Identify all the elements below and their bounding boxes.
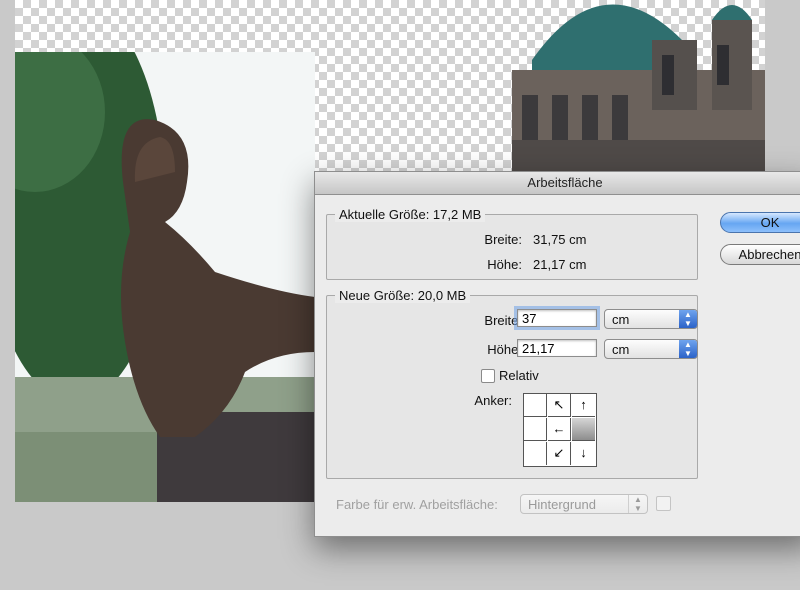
new-width-input[interactable]	[514, 306, 600, 330]
current-height-label: Höhe:	[487, 257, 522, 272]
current-width-label: Breite:	[484, 232, 522, 247]
anchor-cell-selected[interactable]	[572, 418, 595, 441]
current-size-group: Aktuelle Größe: 17,2 MB Breite: 31,75 cm…	[326, 207, 698, 280]
extension-color-value: Hintergrund	[528, 497, 596, 512]
updown-arrows-icon: ▲ ▼	[679, 340, 697, 358]
dialog-title[interactable]: Arbeitsfläche	[315, 172, 800, 195]
extension-color-swatch[interactable]	[656, 496, 671, 511]
canvas-size-dialog: Arbeitsfläche Aktuelle Größe: 17,2 MB Br…	[314, 171, 800, 537]
extension-color-label: Farbe für erw. Arbeitsfläche:	[336, 497, 498, 512]
updown-arrows-icon: ▲ ▼	[628, 495, 647, 513]
current-width-value: 31,75 cm	[533, 232, 587, 247]
new-width-unit-value: cm	[612, 312, 630, 327]
new-height-unit-select[interactable]: cm ▲ ▼	[604, 339, 698, 359]
new-width-label: Breite:	[484, 313, 522, 328]
relative-checkbox[interactable]	[481, 369, 495, 383]
cathedral-image	[512, 0, 765, 175]
anchor-cell-top-left[interactable]	[524, 394, 547, 417]
anchor-arrow-down-icon[interactable]: ↓	[572, 442, 595, 465]
cancel-button[interactable]: Abbrechen	[720, 244, 800, 265]
anchor-arrow-up-left-icon[interactable]: ↖	[548, 394, 571, 417]
statue-photo	[15, 52, 315, 502]
current-height-value: 21,17 cm	[533, 257, 587, 272]
anchor-arrow-left-icon[interactable]: ←	[548, 418, 571, 441]
anchor-cell-bottom-left[interactable]	[524, 442, 547, 465]
anchor-arrow-down-left-icon[interactable]: ↙	[548, 442, 571, 465]
new-width-unit-select[interactable]: cm ▲ ▼	[604, 309, 698, 329]
new-height-unit-value: cm	[612, 342, 630, 357]
current-size-legend: Aktuelle Größe: 17,2 MB	[335, 207, 486, 222]
anchor-arrow-up-icon[interactable]: ↑	[572, 394, 595, 417]
anchor-grid[interactable]: ↖ ↑ ← ↙ ↓	[523, 393, 597, 467]
new-size-legend: Neue Größe: 20,0 MB	[335, 288, 471, 303]
updown-arrows-icon: ▲ ▼	[679, 310, 697, 328]
relative-label[interactable]: Relativ	[499, 368, 539, 383]
new-height-input[interactable]	[517, 339, 597, 357]
ok-button[interactable]: OK	[720, 212, 800, 233]
anchor-label: Anker:	[474, 393, 512, 408]
anchor-cell-middle-left[interactable]	[524, 418, 547, 441]
new-height-label: Höhe:	[487, 342, 522, 357]
extension-color-select[interactable]: Hintergrund ▲ ▼	[520, 494, 648, 514]
new-size-group: Neue Größe: 20,0 MB Breite: cm ▲▼ Höhe: …	[326, 288, 698, 479]
